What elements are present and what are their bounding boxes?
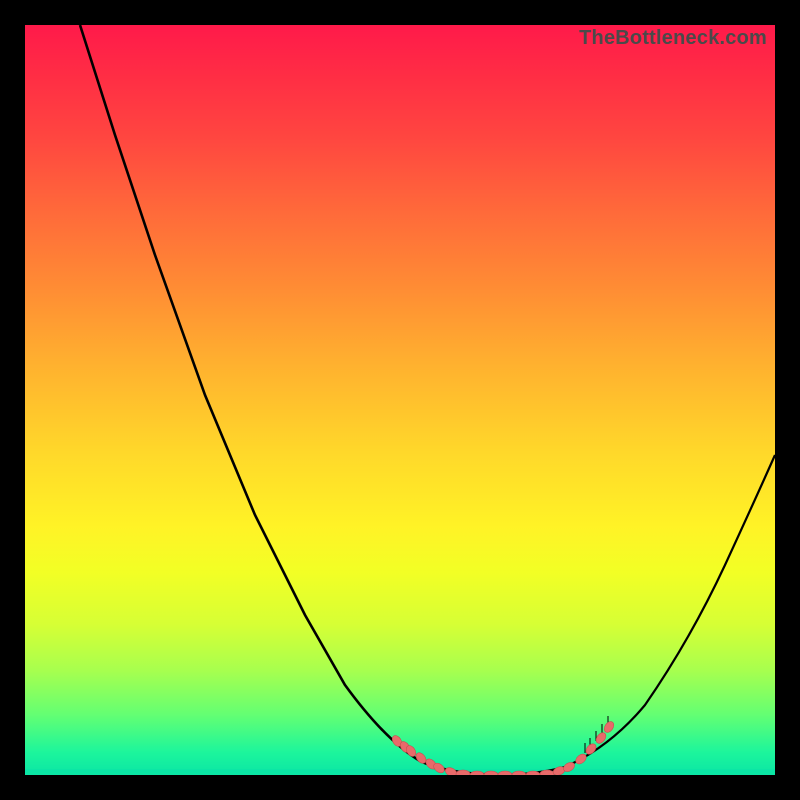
chart-frame: TheBottleneck.com xyxy=(25,25,775,775)
watermark-text: TheBottleneck.com xyxy=(579,27,767,50)
bottleneck-curve-svg xyxy=(25,25,775,775)
curve-left-arm xyxy=(80,25,495,775)
curve-right-arm xyxy=(495,455,775,775)
valley-markers xyxy=(390,720,615,775)
